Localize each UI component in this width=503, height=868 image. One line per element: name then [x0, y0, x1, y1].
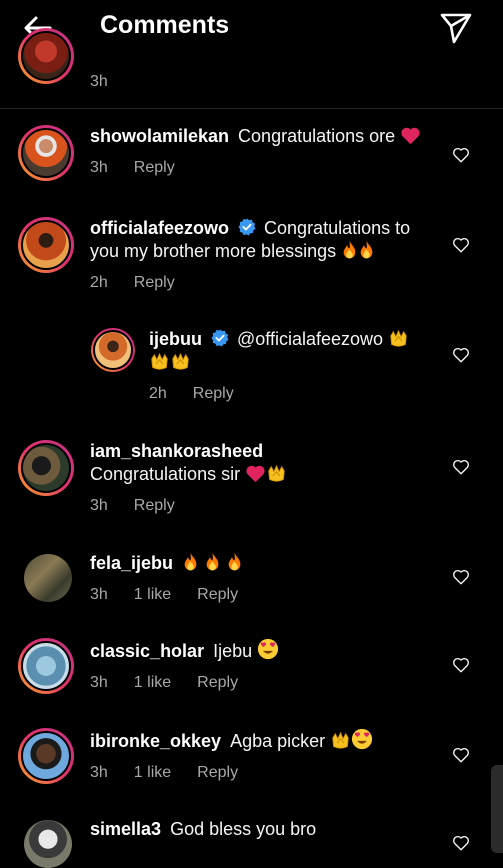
comment-mention[interactable]: @officialafeezowo — [237, 329, 388, 349]
verified-icon — [238, 218, 256, 236]
comment-time: 3h — [90, 73, 108, 90]
comment-username[interactable]: fela_ijebu — [90, 553, 178, 573]
heart-outline-icon[interactable] — [452, 346, 470, 364]
comment-username[interactable]: simella3 — [90, 819, 166, 839]
comment-body: simella3 God bless you bro — [90, 818, 435, 841]
avatar[interactable] — [18, 125, 74, 181]
clap-emoji — [170, 352, 191, 371]
fire-emoji — [182, 552, 199, 572]
comment-text: God bless you bro — [170, 819, 317, 839]
avatar[interactable] — [18, 440, 74, 496]
comment-time: 2h — [90, 274, 108, 291]
comment-body: classic_holar Ijebu 3h 1 like Reply — [90, 638, 435, 694]
reply-button[interactable]: Reply — [134, 494, 175, 517]
clap-emoji — [330, 731, 351, 750]
heart-outline-icon[interactable] — [452, 236, 470, 254]
comment-text: Agba picker — [230, 731, 331, 751]
avatar[interactable] — [18, 638, 74, 694]
heart-eyes-emoji — [257, 638, 279, 660]
comment-time: 3h — [90, 764, 108, 781]
heart-outline-icon[interactable] — [452, 834, 470, 852]
comment-text: Congratulations sir — [90, 464, 246, 484]
comment-time: 3h — [90, 674, 108, 691]
fire-emoji — [341, 240, 358, 260]
comment-username[interactable]: ibironke_okkey — [90, 731, 226, 751]
like-count[interactable]: 1 like — [134, 583, 171, 606]
heart-outline-icon[interactable] — [452, 746, 470, 764]
clap-emoji — [388, 329, 409, 348]
avatar[interactable] — [18, 28, 74, 84]
avatar[interactable] — [18, 217, 74, 273]
avatar[interactable] — [24, 554, 72, 602]
page-title: Comments — [100, 11, 230, 39]
comment-username[interactable]: classic_holar — [90, 641, 209, 661]
comment-time: 2h — [149, 385, 167, 402]
comment-time: 3h — [90, 159, 108, 176]
fire-emoji — [226, 552, 243, 572]
comment-body: fela_ijebu 3h 1 like Reply — [90, 552, 435, 606]
comment-body: ijebuu @officialafeezowo 2h Reply — [149, 328, 435, 405]
reply-button[interactable]: Reply — [197, 671, 238, 694]
heart-outline-icon[interactable] — [452, 458, 470, 476]
comment-time: 3h — [90, 586, 108, 603]
heart-outline-icon[interactable] — [452, 656, 470, 674]
red-heart-emoji — [245, 464, 266, 483]
clap-emoji — [266, 464, 287, 483]
avatar[interactable] — [24, 820, 72, 868]
fire-emoji — [358, 240, 375, 260]
avatar[interactable] — [91, 328, 135, 372]
verified-icon — [211, 329, 229, 347]
comment-username[interactable]: ijebuu — [149, 329, 207, 349]
scrollbar[interactable] — [491, 765, 503, 853]
clap-emoji — [149, 352, 170, 371]
reply-button[interactable]: Reply — [193, 382, 234, 405]
app-header: Comments — [0, 0, 503, 56]
comment-username[interactable]: showolamilekan — [90, 126, 234, 146]
comment-body: ibironke_okkey Agba picker 3h 1 like Rep… — [90, 728, 435, 784]
comment-body: officialafeezowo Congratulations to you … — [90, 217, 435, 294]
like-count[interactable]: 1 like — [134, 761, 171, 784]
reply-button[interactable]: Reply — [197, 583, 238, 606]
comment-text: Ijebu — [213, 641, 258, 661]
reply-button[interactable]: Reply — [197, 761, 238, 784]
partial-comment: 3h — [0, 28, 503, 109]
heart-outline-icon[interactable] — [452, 146, 470, 164]
send-icon[interactable] — [438, 9, 474, 45]
like-count[interactable]: 1 like — [134, 671, 171, 694]
reply-button[interactable]: Reply — [134, 156, 175, 179]
heart-outline-icon[interactable] — [452, 568, 470, 586]
reply-button[interactable]: Reply — [134, 271, 175, 294]
comment-body: showolamilekan Congratulations ore 3h Re… — [90, 125, 435, 179]
fire-emoji — [204, 552, 221, 572]
comment-username[interactable]: iam_shankorasheed — [90, 441, 263, 461]
comment-body: iam_shankorasheed Congratulations sir 3h… — [90, 440, 435, 517]
heart-eyes-emoji — [351, 728, 373, 750]
comment-text: Congratulations ore — [238, 126, 401, 146]
comment-time: 3h — [90, 497, 108, 514]
red-heart-emoji — [400, 126, 421, 145]
comment-username[interactable]: officialafeezowo — [90, 218, 234, 238]
avatar[interactable] — [18, 728, 74, 784]
